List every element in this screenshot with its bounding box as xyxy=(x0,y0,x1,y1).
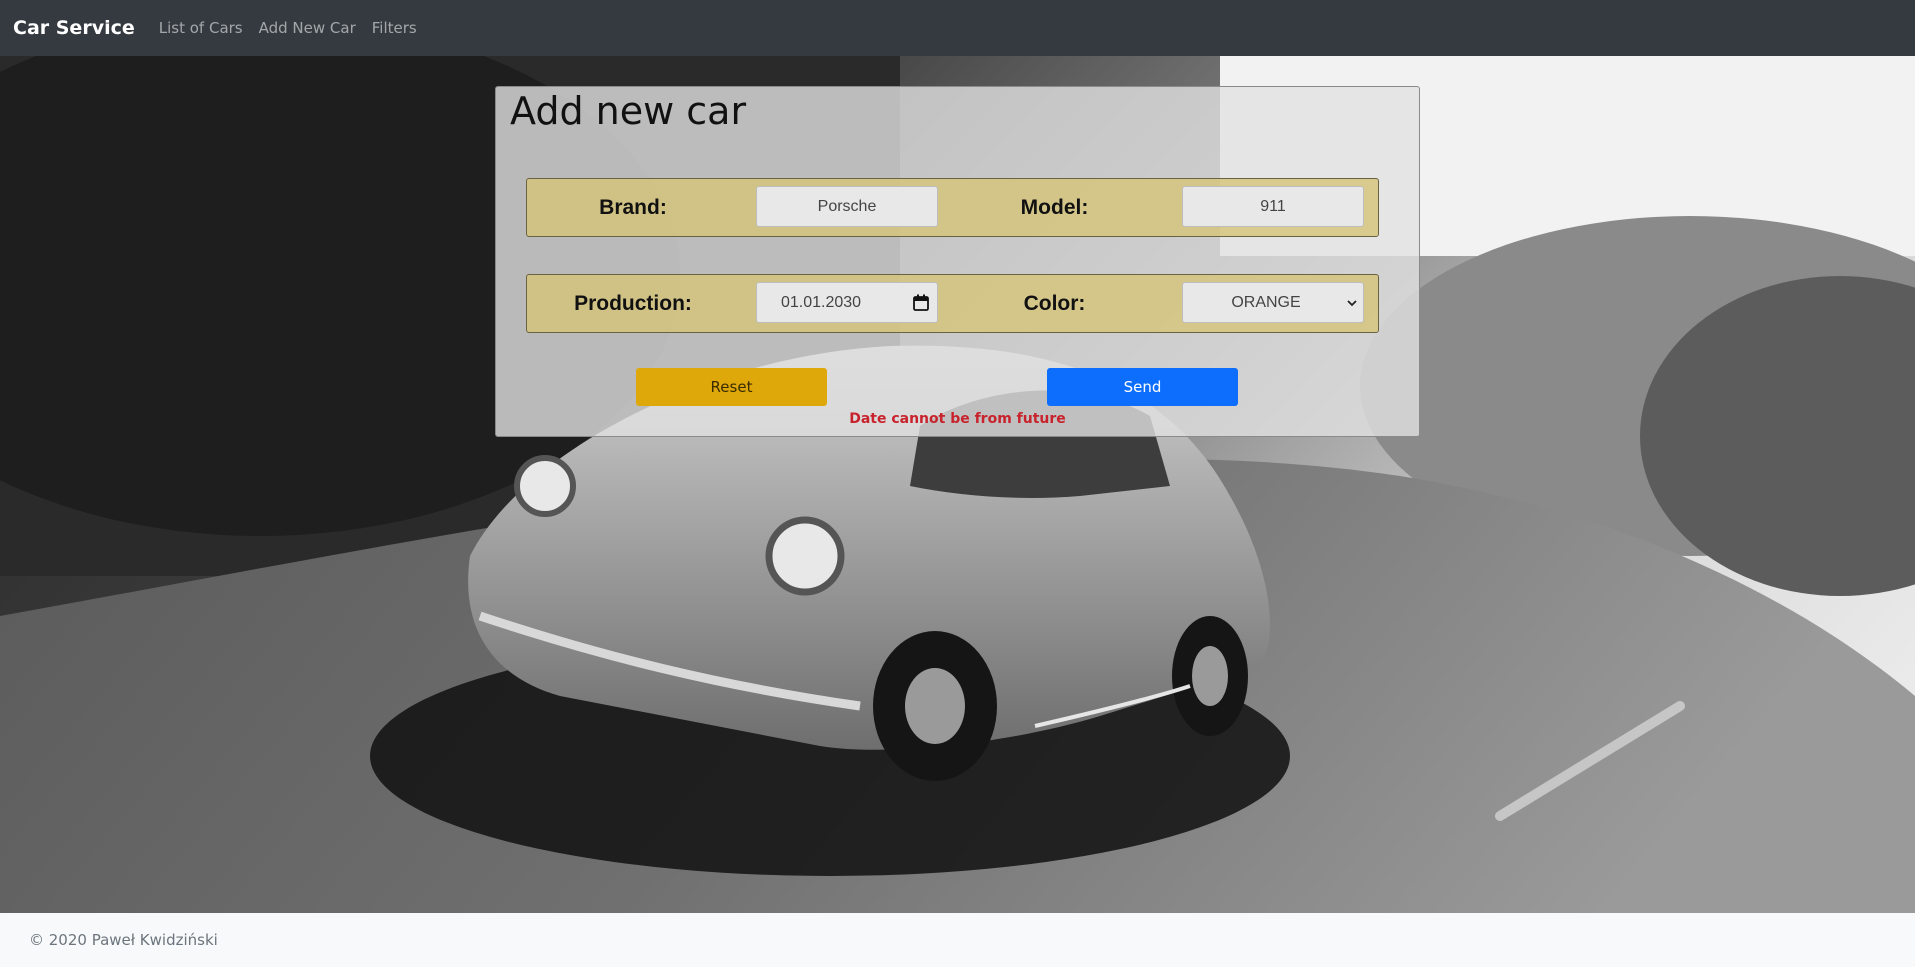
production-label: Production: xyxy=(574,291,692,315)
calendar-icon[interactable] xyxy=(913,294,929,311)
brand-input[interactable]: Porsche xyxy=(756,186,938,227)
footer-copyright: © 2020 Paweł Kwidziński xyxy=(29,931,218,949)
navbar: Car Service List of Cars Add New Car Fil… xyxy=(0,0,1915,56)
navbar-brand[interactable]: Car Service xyxy=(13,17,135,39)
send-button[interactable]: Send xyxy=(1047,368,1238,406)
page-title: Add new car xyxy=(510,89,747,133)
reset-button[interactable]: Reset xyxy=(636,368,827,406)
nav-link-list-of-cars[interactable]: List of Cars xyxy=(159,19,243,37)
form-row-production-color: Production: 01.01.2030 Color: ORANGE xyxy=(526,274,1379,333)
color-select[interactable]: ORANGE xyxy=(1182,282,1364,323)
production-date-value: 01.01.2030 xyxy=(781,293,862,311)
brand-label: Brand: xyxy=(599,195,667,219)
footer: © 2020 Paweł Kwidziński xyxy=(0,913,1915,967)
form-row-brand-model: Brand: Porsche Model: 911 xyxy=(526,178,1379,237)
nav-link-filters[interactable]: Filters xyxy=(372,19,417,37)
chevron-down-icon xyxy=(1347,300,1357,307)
nav-link-add-new-car[interactable]: Add New Car xyxy=(259,19,356,37)
color-label: Color: xyxy=(1023,291,1086,315)
production-date-input[interactable]: 01.01.2030 xyxy=(756,282,938,323)
color-select-value: ORANGE xyxy=(1231,293,1301,311)
model-label: Model: xyxy=(1020,195,1089,219)
error-message: Date cannot be from future xyxy=(849,411,1066,427)
model-input[interactable]: 911 xyxy=(1182,186,1364,227)
add-car-form: Add new car Brand: Porsche Model: 911 Pr… xyxy=(495,86,1420,437)
